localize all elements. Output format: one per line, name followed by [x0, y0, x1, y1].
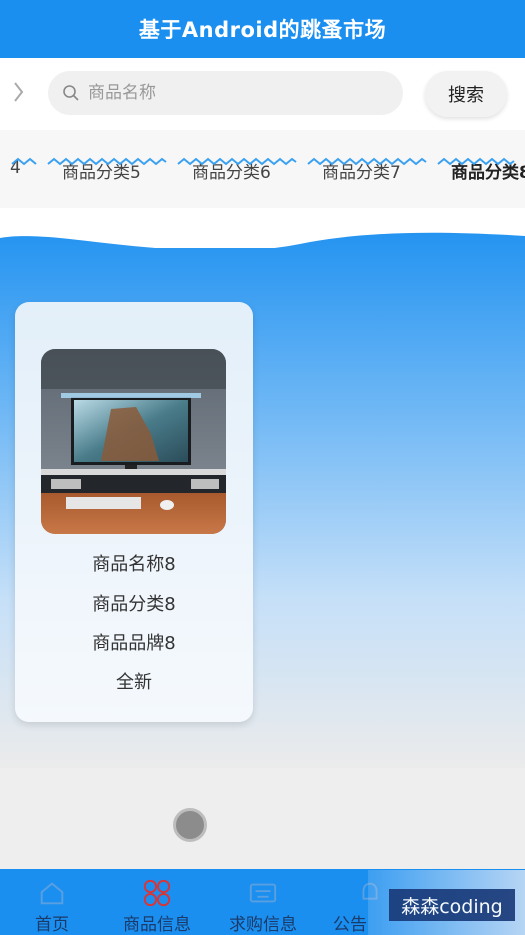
wave-underline [11, 157, 515, 166]
keyboard-icon [249, 883, 277, 903]
search-bar: 搜索 [0, 58, 525, 130]
app-header: 基于Android的跳蚤市场 [0, 0, 525, 58]
floating-button[interactable] [173, 808, 207, 842]
product-image[interactable] [41, 349, 226, 534]
grid-icon [143, 879, 171, 907]
nav-item-wanted[interactable]: 求购信息 [213, 869, 313, 935]
watermark: 森森coding [389, 889, 515, 921]
nav-label: 首页 [35, 915, 69, 935]
nav-label: 求购信息 [229, 915, 297, 935]
product-card[interactable]: 商品名称8 商品分类8 商品品牌8 全新 [15, 302, 253, 722]
nav-label: 公告 [333, 915, 367, 935]
search-icon [63, 85, 79, 101]
nav-item-home[interactable]: 首页 [2, 869, 102, 935]
app-title: 基于Android的跳蚤市场 [138, 18, 387, 42]
product-name: 商品名称8 [92, 554, 176, 575]
nav-label: 商品信息 [123, 915, 191, 935]
chevron-left-icon[interactable] [12, 80, 30, 106]
search-box[interactable] [48, 71, 403, 115]
product-brand: 商品品牌8 [92, 633, 176, 654]
home-icon [40, 882, 64, 905]
nav-item-products[interactable]: 商品信息 [107, 869, 207, 935]
hero-wave [0, 208, 525, 248]
product-category: 商品分类8 [92, 594, 176, 615]
search-button[interactable]: 搜索 [425, 71, 507, 117]
category-tabs: 4 商品分类5 商品分类6 商品分类7 商品分类8 [0, 130, 525, 208]
search-input[interactable] [88, 83, 388, 103]
product-condition: 全新 [116, 672, 152, 693]
